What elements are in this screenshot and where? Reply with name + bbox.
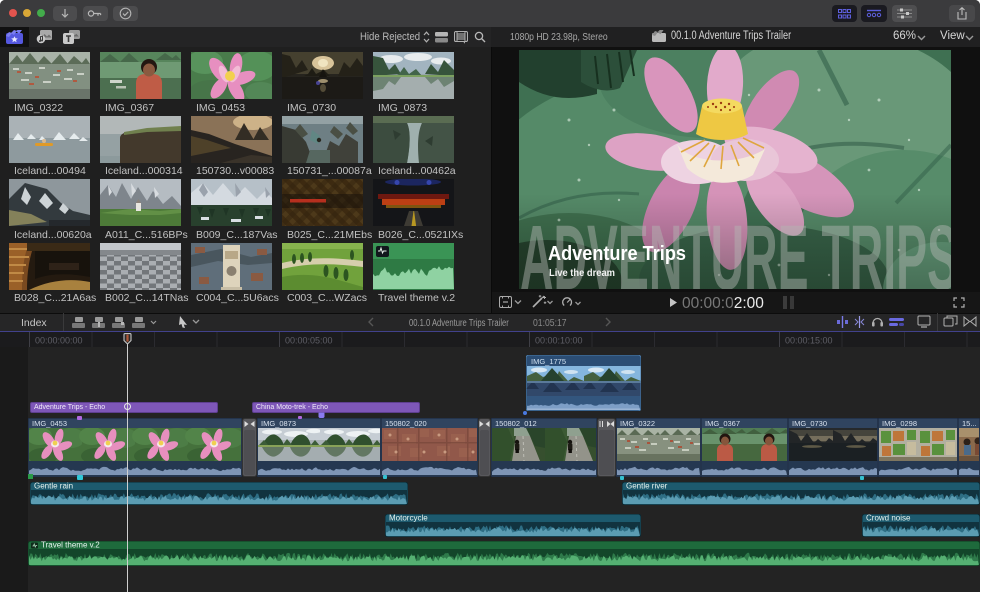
svg-text:150802_020: 150802_020 — [385, 419, 427, 428]
svg-text:00:00:10:00: 00:00:10:00 — [535, 336, 583, 346]
svg-text:Live the dream: Live the dream — [549, 267, 615, 279]
svg-text:15...: 15... — [962, 419, 977, 428]
svg-text:00:00:15:00: 00:00:15:00 — [785, 336, 833, 346]
svg-text:IMG_0453: IMG_0453 — [32, 419, 67, 428]
svg-text:IMG_0873: IMG_0873 — [261, 419, 296, 428]
svg-text:Gentle river: Gentle river — [626, 482, 668, 491]
svg-text:IMG_1775: IMG_1775 — [531, 357, 566, 366]
svg-text:Crowd noise: Crowd noise — [866, 514, 911, 523]
svg-text:Travel theme v.2: Travel theme v.2 — [41, 541, 100, 550]
svg-text:Adventure Trips: Adventure Trips — [548, 243, 686, 265]
svg-text:150802_012: 150802_012 — [495, 419, 537, 428]
svg-text:Gentle rain: Gentle rain — [34, 482, 73, 491]
svg-text:IMG_0298: IMG_0298 — [882, 419, 917, 428]
svg-text:IMG_0730: IMG_0730 — [792, 419, 827, 428]
svg-text:00:00:00:00: 00:00:00:00 — [35, 336, 83, 346]
svg-text:IMG_0322: IMG_0322 — [620, 419, 655, 428]
svg-text:00:00:05:00: 00:00:05:00 — [285, 336, 333, 346]
svg-text:IMG_0367: IMG_0367 — [705, 419, 740, 428]
svg-text:Motorcycle: Motorcycle — [389, 514, 428, 523]
